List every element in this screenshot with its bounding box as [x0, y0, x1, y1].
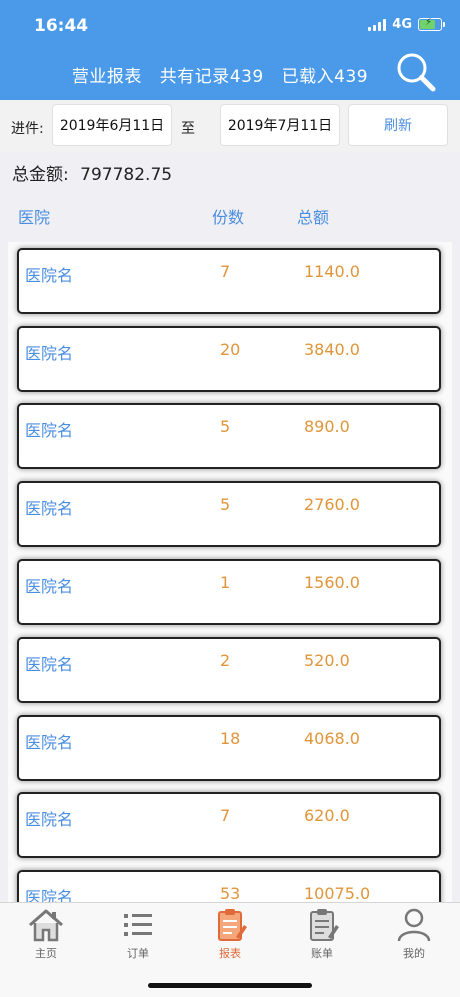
- item-amount: 1140.0: [304, 262, 360, 281]
- start-date-field[interactable]: 2019年6月11日: [52, 104, 172, 146]
- list-item[interactable]: 医院名 7 1140.0: [17, 248, 441, 314]
- total-amount: 总金额: 797782.75: [12, 160, 172, 185]
- column-header-hospital: 医院: [18, 208, 51, 227]
- home-icon: [29, 909, 63, 942]
- tab-bar: 主页 订单 报表 账单 我的: [0, 902, 460, 997]
- hospital-name: 医院名: [25, 810, 74, 829]
- hospital-name: 医院名: [25, 499, 74, 518]
- tab-orders[interactable]: 订单: [92, 907, 184, 965]
- search-button[interactable]: [394, 50, 438, 94]
- list-item[interactable]: 医院名 7 620.0: [17, 792, 441, 858]
- hospital-name: 医院名: [25, 577, 74, 596]
- home-indicator: [148, 983, 312, 988]
- report-list[interactable]: 医院名 7 1140.0 医院名 20 3840.0 医院名 5 890.0 医…: [8, 242, 452, 902]
- column-header-amount: 总额: [297, 208, 330, 227]
- total-records-text: 共有记录439: [159, 67, 264, 87]
- list-item[interactable]: 医院名 53 10075.0: [17, 870, 441, 902]
- tab-home-label: 主页: [35, 947, 57, 960]
- list-item[interactable]: 医院名 5 890.0: [17, 403, 441, 469]
- status-time: 16:44: [34, 16, 89, 36]
- list-item[interactable]: 医院名 18 4068.0: [17, 715, 441, 781]
- tab-bills-label: 账单: [311, 947, 333, 960]
- tab-profile[interactable]: 我的: [368, 907, 460, 965]
- hospital-name: 医院名: [25, 888, 74, 902]
- item-count: 7: [220, 262, 231, 281]
- tab-orders-label: 订单: [127, 947, 149, 960]
- item-count: 53: [220, 884, 241, 902]
- nav-title: 营业报表 共有记录439 已载入439: [0, 62, 440, 87]
- tab-home[interactable]: 主页: [0, 907, 92, 965]
- item-amount: 1560.0: [304, 573, 360, 592]
- item-count: 7: [220, 806, 231, 825]
- list-item[interactable]: 医院名 1 1560.0: [17, 559, 441, 625]
- item-amount: 620.0: [304, 806, 350, 825]
- end-date-field[interactable]: 2019年7月11日: [220, 104, 340, 146]
- item-amount: 520.0: [304, 651, 350, 670]
- column-header-count: 份数: [212, 208, 245, 227]
- profile-icon: [397, 908, 431, 942]
- tab-reports-label: 报表: [219, 947, 241, 960]
- hospital-name: 医院名: [25, 421, 74, 440]
- hospital-name: 医院名: [25, 733, 74, 752]
- search-icon: [397, 53, 436, 92]
- item-count: 5: [220, 417, 231, 436]
- tab-profile-label: 我的: [403, 947, 425, 960]
- item-count: 1: [220, 573, 231, 592]
- status-icons: 4G ⚡: [368, 17, 445, 32]
- tab-reports[interactable]: 报表: [184, 907, 276, 965]
- item-count: 20: [220, 340, 241, 359]
- column-headers: 医院 份数 总额: [0, 204, 460, 234]
- list-item[interactable]: 医院名 20 3840.0: [17, 326, 441, 392]
- refresh-button[interactable]: 刷新: [348, 104, 448, 146]
- list-item[interactable]: 医院名 2 520.0: [17, 637, 441, 703]
- loaded-records-text: 已载入439: [281, 67, 369, 87]
- signal-icon: [368, 18, 387, 31]
- to-label: 至: [181, 121, 195, 137]
- item-count: 18: [220, 729, 241, 748]
- from-label: 进件:: [11, 121, 44, 137]
- total-amount-value: 797782.75: [80, 165, 173, 185]
- item-amount: 3840.0: [304, 340, 360, 359]
- item-count: 2: [220, 651, 231, 670]
- tab-bills[interactable]: 账单: [276, 907, 368, 965]
- date-filter-bar: 进件: 2019年6月11日 至 2019年7月11日 刷新: [0, 100, 460, 152]
- item-count: 5: [220, 495, 231, 514]
- item-amount: 10075.0: [304, 884, 371, 902]
- hospital-name: 医院名: [25, 266, 74, 285]
- item-amount: 890.0: [304, 417, 350, 436]
- report-icon: [218, 909, 247, 941]
- battery-icon: ⚡: [418, 17, 445, 31]
- list-icon: [124, 914, 152, 936]
- hospital-name: 医院名: [25, 655, 74, 674]
- item-amount: 2760.0: [304, 495, 360, 514]
- app-header: 16:44 4G ⚡ 营业报表 共有记录439 已载入439: [0, 0, 460, 100]
- network-type: 4G: [392, 17, 412, 32]
- hospital-name: 医院名: [25, 344, 74, 363]
- total-amount-label: 总金额:: [12, 165, 69, 185]
- bill-icon: [310, 909, 339, 941]
- list-item[interactable]: 医院名 5 2760.0: [17, 481, 441, 547]
- item-amount: 4068.0: [304, 729, 360, 748]
- page-title: 营业报表: [71, 67, 142, 87]
